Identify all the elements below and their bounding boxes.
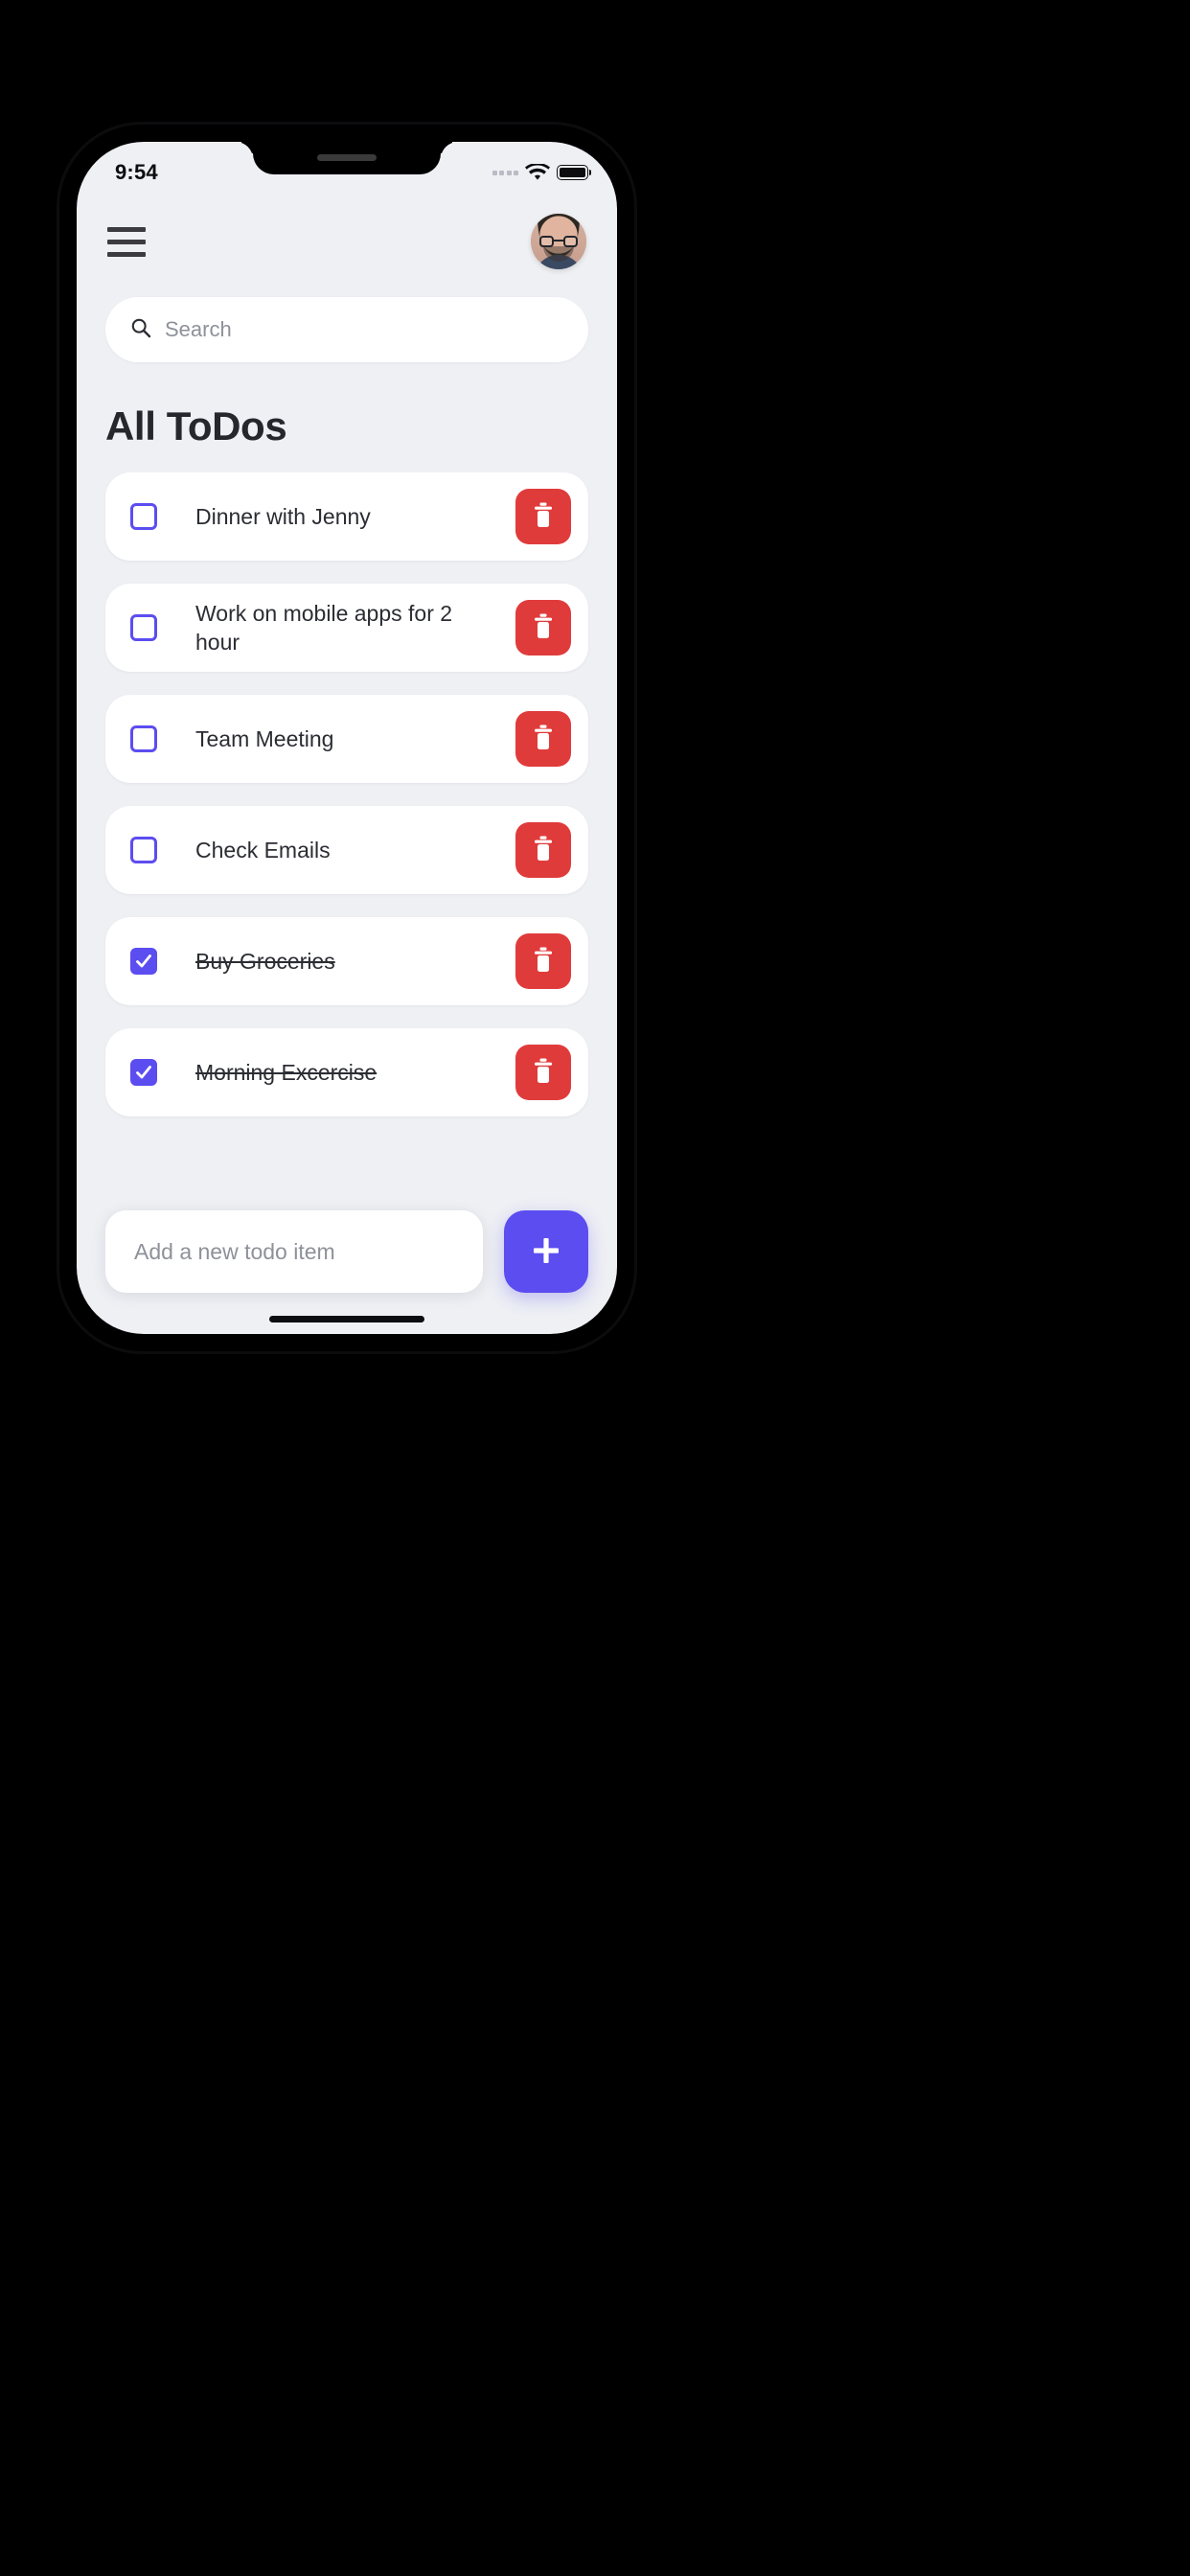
todo-item-label: Work on mobile apps for 2 hour xyxy=(195,600,453,655)
delete-todo-button[interactable] xyxy=(515,1045,571,1100)
todo-item[interactable]: Morning Excercise xyxy=(105,1028,588,1116)
phone-bezel: 9:54 Search All ToDos Dinner with Jenny … xyxy=(67,132,627,1344)
delete-todo-button[interactable] xyxy=(515,711,571,767)
avatar[interactable] xyxy=(531,214,586,269)
status-bar-indicators xyxy=(492,164,588,181)
plus-icon xyxy=(528,1232,564,1272)
todo-checkbox-checked[interactable] xyxy=(130,948,157,975)
battery-full-icon xyxy=(557,165,588,180)
todo-item[interactable]: Work on mobile apps for 2 hour xyxy=(105,584,588,672)
app-top-bar xyxy=(77,199,617,284)
add-todo-button[interactable] xyxy=(504,1210,588,1293)
hamburger-menu-icon[interactable] xyxy=(105,219,149,264)
search-icon xyxy=(130,317,151,343)
todo-item[interactable]: Dinner with Jenny xyxy=(105,472,588,561)
wifi-icon xyxy=(525,164,550,181)
add-todo-input[interactable] xyxy=(134,1238,454,1265)
todo-item-label: Buy Groceries xyxy=(195,948,335,974)
delete-todo-button[interactable] xyxy=(515,489,571,544)
todo-item-label: Check Emails xyxy=(195,837,331,862)
todo-item-label: Team Meeting xyxy=(195,725,334,751)
todo-item[interactable]: Team Meeting xyxy=(105,695,588,783)
trash-icon xyxy=(531,501,556,533)
home-indicator xyxy=(269,1316,424,1322)
search-bar[interactable] xyxy=(105,297,588,362)
trash-icon xyxy=(531,724,556,755)
todo-item[interactable]: Buy Groceries xyxy=(105,917,588,1005)
todo-checkbox-unchecked[interactable] xyxy=(130,614,157,641)
battery-level-fill xyxy=(560,168,585,177)
todo-item[interactable]: Check Emails xyxy=(105,806,588,894)
screenshot-root: 9:54 Search All ToDos Dinner with Jenny … xyxy=(0,0,1190,2576)
delete-todo-button[interactable] xyxy=(515,600,571,656)
phone-device-frame: 9:54 Search All ToDos Dinner with Jenny … xyxy=(59,125,634,1351)
todo-checkbox-unchecked[interactable] xyxy=(130,503,157,530)
todo-checkbox-checked[interactable] xyxy=(130,1059,157,1086)
todo-list[interactable]: Dinner with Jenny Work on mobile apps for… xyxy=(77,472,617,1334)
trash-icon xyxy=(531,835,556,866)
todo-checkbox-unchecked[interactable] xyxy=(130,837,157,863)
search-input[interactable] xyxy=(165,317,563,342)
todo-item-label: Dinner with Jenny xyxy=(195,503,371,529)
add-todo-input-wrapper[interactable] xyxy=(105,1210,483,1293)
trash-icon xyxy=(531,1057,556,1089)
status-bar-clock: 9:54 xyxy=(115,160,158,184)
earpiece-speaker xyxy=(317,154,377,161)
todo-checkbox-unchecked[interactable] xyxy=(130,725,157,752)
page-title: All ToDos xyxy=(105,403,287,448)
signal-dots-icon xyxy=(492,170,518,175)
todo-item-label: Morning Excercise xyxy=(195,1059,378,1085)
trash-icon xyxy=(531,946,556,978)
delete-todo-button[interactable] xyxy=(515,822,571,878)
delete-todo-button[interactable] xyxy=(515,933,571,989)
phone-screen: 9:54 Search All ToDos Dinner with Jenny … xyxy=(77,142,617,1334)
trash-icon xyxy=(531,612,556,644)
avatar-glasses xyxy=(539,236,578,247)
